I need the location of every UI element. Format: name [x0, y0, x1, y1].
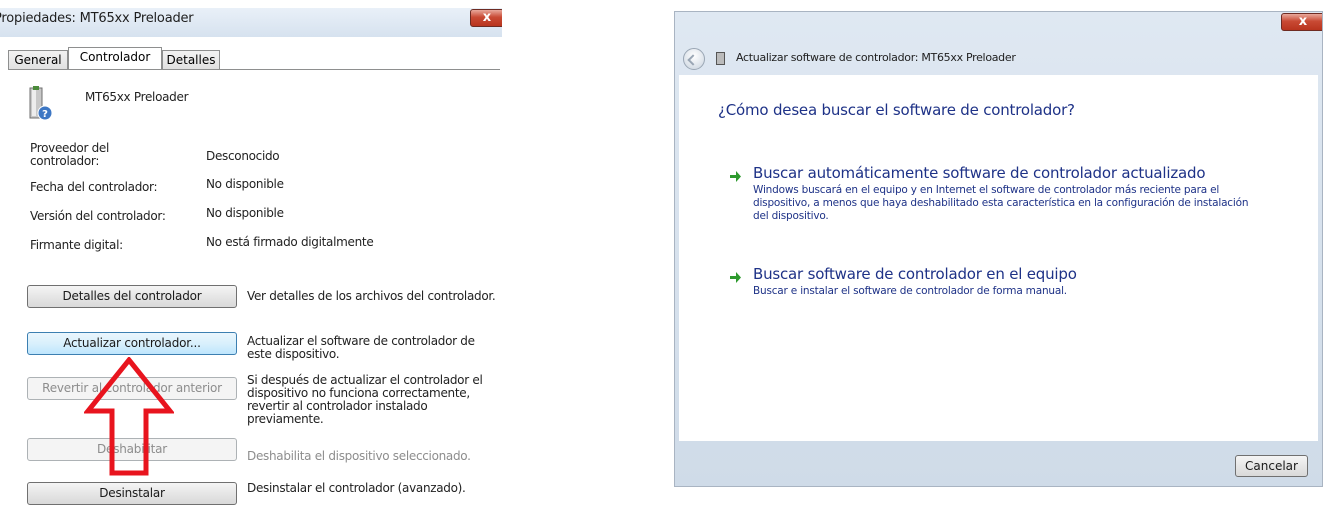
tab-divider: [8, 69, 500, 70]
uninstall-driver-button[interactable]: Desinstalar: [27, 482, 237, 505]
version-value: No disponible: [206, 206, 284, 220]
provider-label: Proveedor del controlador:: [30, 141, 110, 168]
device-properties-dialog: Propiedades: MT65xx Preloader x General …: [0, 0, 502, 505]
provider-value: Desconocido: [206, 149, 280, 163]
update-driver-description: Actualizar el software de controlador de…: [247, 334, 475, 361]
tab-controlador[interactable]: Controlador: [68, 47, 162, 70]
back-arrow-icon[interactable]: [683, 48, 705, 70]
date-label: Fecha del controlador:: [30, 180, 158, 194]
option-description: Buscar e instalar el software de control…: [753, 285, 1067, 297]
rollback-driver-description: Si después de actualizar el controlador …: [247, 373, 483, 426]
close-button[interactable]: x: [1281, 13, 1322, 31]
svg-text:?: ?: [42, 109, 48, 120]
option-description: Windows buscará en el equipo y en Intern…: [753, 184, 1249, 222]
tab-label: Detalles: [166, 53, 216, 67]
uninstall-driver-description: Desinstalar el controlador (avanzado).: [247, 481, 466, 495]
driver-details-description: Ver detalles de los archivos del control…: [247, 289, 496, 303]
rollback-driver-button[interactable]: Revertir al controlador anterior: [27, 377, 237, 400]
update-driver-button[interactable]: Actualizar controlador...: [27, 332, 237, 355]
update-driver-wizard: x Actualizar software de controlador: MT…: [674, 11, 1323, 487]
device-icon: [716, 52, 725, 65]
option-title: Buscar software de controlador en el equ…: [753, 265, 1077, 283]
signer-label: Firmante digital:: [30, 238, 123, 252]
tab-label: Controlador: [79, 50, 151, 64]
disable-device-description: Deshabilita el dispositivo seleccionado.: [247, 449, 471, 463]
close-icon: x: [482, 10, 492, 25]
wizard-question: ¿Cómo desea buscar el software de contro…: [718, 101, 1075, 119]
green-arrow-icon: [730, 171, 741, 182]
wizard-content: ¿Cómo desea buscar el software de contro…: [679, 75, 1318, 441]
date-value: No disponible: [206, 177, 284, 191]
dialog-title: Propiedades: MT65xx Preloader: [0, 11, 194, 26]
signer-value: No está firmado digitalmente: [206, 235, 374, 249]
close-icon: x: [1298, 14, 1308, 29]
close-button[interactable]: x: [470, 9, 502, 27]
device-name: MT65xx Preloader: [85, 90, 189, 104]
tab-label: General: [14, 53, 62, 67]
green-arrow-icon: [730, 272, 741, 283]
version-label: Versión del controlador:: [30, 209, 166, 223]
option-title: Buscar automáticamente software de contr…: [753, 164, 1206, 182]
disable-device-button[interactable]: Deshabilitar: [27, 438, 237, 461]
tab-general[interactable]: General: [8, 50, 68, 70]
wizard-title: Actualizar software de controlador: MT65…: [736, 51, 1016, 64]
driver-details-button[interactable]: Detalles del controlador: [27, 285, 237, 308]
cancel-button[interactable]: Cancelar: [1235, 455, 1308, 477]
tab-detalles[interactable]: Detalles: [162, 50, 220, 70]
usb-device-unknown-icon: ?: [29, 86, 53, 121]
